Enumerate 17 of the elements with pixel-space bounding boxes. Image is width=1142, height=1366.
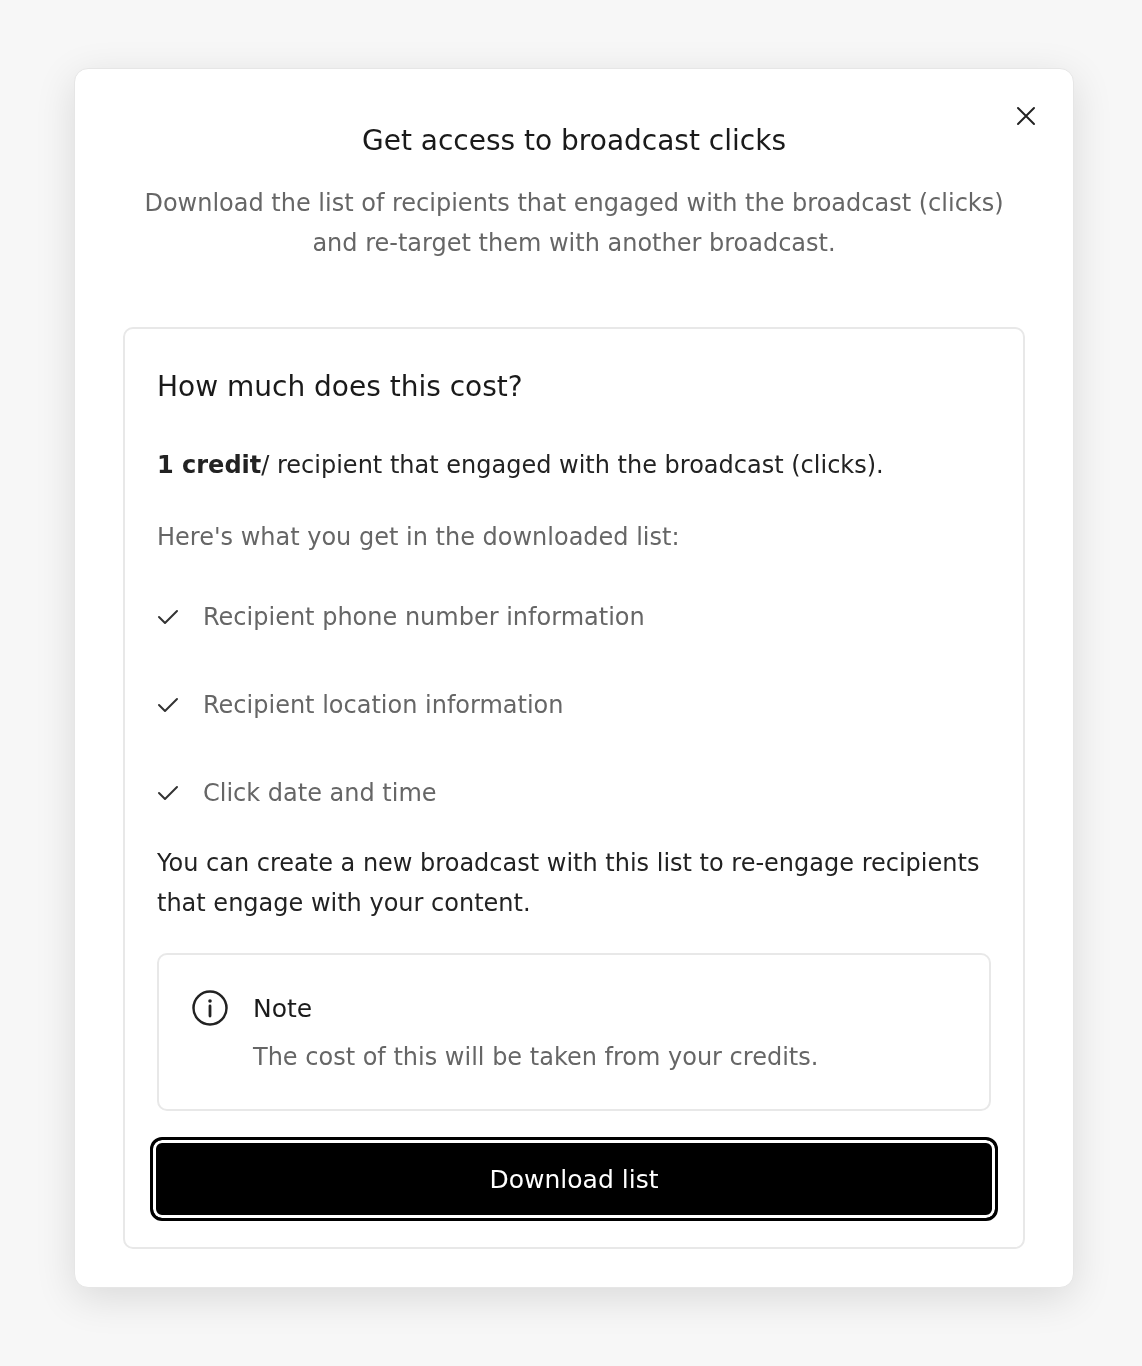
feature-text: Recipient phone number information bbox=[203, 602, 645, 633]
feature-text: Recipient location information bbox=[203, 690, 564, 721]
close-icon[interactable] bbox=[1015, 105, 1037, 127]
feature-text: Click date and time bbox=[203, 778, 437, 809]
note-title: Note bbox=[253, 993, 314, 1025]
check-icon bbox=[157, 785, 179, 801]
intro-text: Here's what you get in the downloaded list: bbox=[157, 522, 681, 553]
download-button[interactable]: Download list bbox=[150, 1137, 998, 1221]
price-text: 1 credit/ recipient that engaged with the broadcast (clicks). bbox=[157, 450, 885, 481]
dialog-title: Get access to broadcast clicks bbox=[361, 123, 787, 159]
card-heading: How much does this cost? bbox=[157, 369, 524, 405]
check-icon bbox=[157, 609, 179, 625]
note-text: The cost of this will be taken from your credits. bbox=[253, 1042, 819, 1073]
outro-text: You can create a new broadcast with this list to re-engage recipients that engage with your content. bbox=[157, 848, 981, 919]
dialog-subtitle: Download the list of recipients that engaged with the broadcast (clicks) and re-target them with another broadcast. bbox=[143, 188, 1005, 259]
check-icon bbox=[157, 697, 179, 713]
info-icon bbox=[191, 989, 229, 1027]
